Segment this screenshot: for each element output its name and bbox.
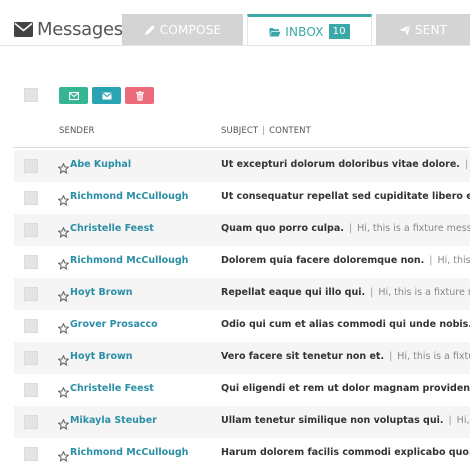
tab-sent[interactable]: SENT: [376, 14, 470, 46]
envelope-icon: [68, 91, 79, 100]
inbox-count-badge: 10: [328, 24, 350, 39]
header-divider: [0, 45, 470, 46]
message-preview: Hi, this is a fixture message, here is s…: [357, 223, 470, 234]
row-checkbox[interactable]: [24, 415, 38, 429]
message-row[interactable]: Hoyt Brown Vero facere sit tenetur non et…: [14, 342, 470, 374]
message-summary[interactable]: Qui eligendi et rem ut dolor magnam prov…: [221, 383, 470, 394]
row-checkbox[interactable]: [24, 287, 38, 301]
tab-inbox[interactable]: INBOX 10: [247, 14, 372, 46]
subject-separator: |: [370, 287, 374, 298]
sender-link[interactable]: Richmond McCullough: [70, 191, 188, 202]
brand: Messages: [14, 14, 123, 44]
message-subject: Quam quo porro culpa.: [221, 223, 344, 234]
message-row[interactable]: Richmond McCullough Ut consequatur repell…: [14, 182, 470, 214]
star-icon[interactable]: [57, 447, 70, 462]
subject-separator: |: [429, 255, 433, 266]
message-row[interactable]: Mikayla Steuber Ullam tenetur similique n…: [14, 406, 470, 438]
message-subject: Ut consequatur repellat sed cupiditate l…: [221, 191, 470, 202]
message-row[interactable]: Christelle Feest Quam quo porro culpa. | Hi…: [14, 214, 470, 246]
folder-open-icon: [269, 27, 281, 36]
star-icon[interactable]: [57, 191, 70, 206]
select-all-checkbox[interactable]: [24, 88, 38, 102]
subject-separator: |: [389, 351, 393, 362]
message-preview: Hi, this is a fixture message, here is s…: [397, 351, 470, 362]
envelope-icon: [101, 92, 112, 99]
star-icon[interactable]: [57, 415, 70, 430]
message-row[interactable]: Christelle Feest Qui eligendi et rem ut d…: [14, 374, 470, 406]
row-checkbox[interactable]: [24, 351, 38, 365]
message-subject: Vero facere sit tenetur non et.: [221, 351, 385, 362]
sender-link[interactable]: Abe Kuphal: [70, 159, 131, 170]
message-subject: Harum dolorem facilis commodi explicabo …: [221, 447, 470, 458]
message-summary[interactable]: Quam quo porro culpa. | Hi, this is a fixt…: [221, 223, 470, 234]
message-row[interactable]: Grover Prosacco Odio qui cum et alias com…: [14, 310, 470, 342]
row-checkbox[interactable]: [24, 223, 38, 237]
row-checkbox[interactable]: [24, 191, 38, 205]
message-summary[interactable]: Ut consequatur repellat sed cupiditate l…: [221, 191, 470, 202]
sender-link[interactable]: Mikayla Steuber: [70, 415, 157, 426]
message-subject: Dolorem quia facere doloremque non.: [221, 255, 425, 266]
pencil-icon: [144, 25, 155, 35]
delete-button[interactable]: [125, 87, 154, 104]
column-header-subject-content: SUBJECT | CONTENT: [221, 126, 311, 136]
mark-read-button[interactable]: [59, 87, 88, 104]
tab-compose[interactable]: COMPOSE: [122, 14, 243, 46]
tab-compose-label: COMPOSE: [159, 23, 222, 37]
message-subject: Repellat eaque qui illo qui.: [221, 287, 366, 298]
sender-link[interactable]: Richmond McCullough: [70, 255, 188, 266]
row-checkbox[interactable]: [24, 319, 38, 333]
message-subject: Qui eligendi et rem ut dolor magnam prov…: [221, 383, 470, 394]
tab-inbox-label: INBOX: [285, 24, 324, 39]
app-header: Messages COMPOSE INBOX 10 SENT: [0, 0, 470, 46]
message-preview: Hi, this is a fixture message, here is s…: [378, 287, 470, 298]
sender-link[interactable]: Christelle Feest: [70, 383, 154, 394]
message-summary[interactable]: Vero facere sit tenetur non et. | Hi, this…: [221, 351, 470, 362]
trash-icon: [135, 90, 144, 101]
sender-link[interactable]: Hoyt Brown: [70, 287, 133, 298]
column-header-subject: SUBJECT: [221, 126, 259, 136]
page-title: Messages: [37, 18, 123, 40]
sender-link[interactable]: Richmond McCullough: [70, 447, 188, 458]
sender-link[interactable]: Hoyt Brown: [70, 351, 133, 362]
star-icon[interactable]: [57, 159, 70, 174]
subject-separator: |: [464, 159, 469, 170]
star-icon[interactable]: [57, 383, 70, 398]
star-icon[interactable]: [57, 287, 70, 302]
message-summary[interactable]: Odio qui cum et alias commodi qui unde n…: [221, 319, 470, 330]
row-checkbox[interactable]: [24, 383, 38, 397]
row-checkbox[interactable]: [24, 447, 38, 461]
column-header-sender: SENDER: [59, 126, 95, 136]
message-row[interactable]: Richmond McCullough Dolorem quia facere d…: [14, 246, 470, 278]
message-summary[interactable]: Dolorem quia facere doloremque non. | Hi, …: [221, 255, 470, 266]
paper-plane-icon: [399, 24, 411, 36]
star-icon[interactable]: [57, 351, 70, 366]
message-preview: Hi, this is a fixture message, here is s…: [437, 255, 470, 266]
message-subject: Odio qui cum et alias commodi qui unde n…: [221, 319, 470, 330]
message-summary[interactable]: Harum dolorem facilis commodi explicabo …: [221, 447, 470, 458]
mark-unread-button[interactable]: [92, 87, 121, 104]
sender-link[interactable]: Christelle Feest: [70, 223, 154, 234]
subject-separator: |: [448, 415, 452, 426]
column-separator: |: [262, 126, 266, 136]
header-divider-line: [14, 147, 470, 148]
message-row[interactable]: Abe Kuphal Ut excepturi dolorum doloribus…: [14, 150, 470, 182]
row-checkbox[interactable]: [24, 255, 38, 269]
message-subject: Ut excepturi dolorum doloribus vitae dol…: [221, 159, 460, 170]
tab-sent-label: SENT: [414, 23, 448, 37]
column-header-content: CONTENT: [269, 126, 311, 136]
message-row[interactable]: Richmond McCullough Harum dolorem facilis…: [14, 438, 470, 470]
message-summary[interactable]: Repellat eaque qui illo qui. | Hi, this is…: [221, 287, 470, 298]
star-icon[interactable]: [57, 223, 70, 238]
envelope-icon: [14, 21, 33, 37]
row-checkbox[interactable]: [24, 159, 38, 173]
subject-separator: |: [348, 223, 353, 234]
star-icon[interactable]: [57, 255, 70, 270]
sender-link[interactable]: Grover Prosacco: [70, 319, 158, 330]
message-summary[interactable]: Ullam tenetur similique non voluptas qui…: [221, 415, 470, 426]
message-row[interactable]: Hoyt Brown Repellat eaque qui illo qui. | H…: [14, 278, 470, 310]
message-preview: Hi, this is a fixture message, here is s…: [456, 415, 470, 426]
message-summary[interactable]: Ut excepturi dolorum doloribus vitae dol…: [221, 159, 470, 170]
message-subject: Ullam tenetur similique non voluptas qui…: [221, 415, 444, 426]
star-icon[interactable]: [57, 319, 70, 334]
